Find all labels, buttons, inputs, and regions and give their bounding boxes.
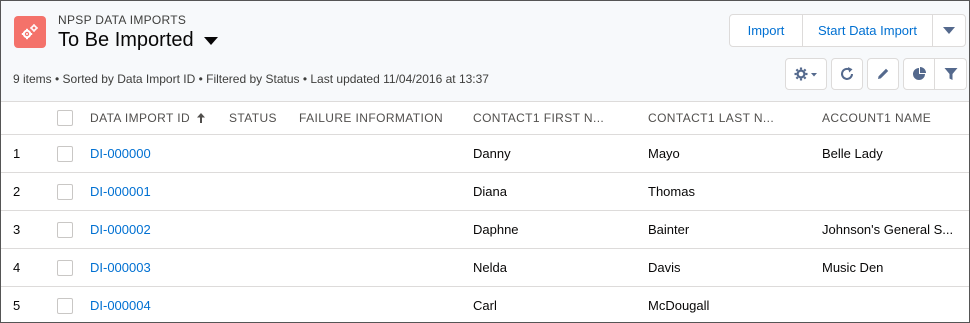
row-checkbox[interactable] <box>57 259 73 276</box>
table-row: 3 DI-000002 Daphne Bainter Johnson's Gen… <box>1 211 969 249</box>
chart-button[interactable] <box>903 58 935 90</box>
select-all-checkbox[interactable] <box>57 110 73 126</box>
chart-filter-group <box>903 58 967 90</box>
failure-cell <box>299 211 464 248</box>
table-header-row: DATA IMPORT ID STATUS FAILURE INFORMATIO… <box>1 102 969 135</box>
row-number: 3 <box>13 222 21 237</box>
first-name-cell: Carl <box>473 298 497 313</box>
row-select-cell <box>57 173 77 210</box>
failure-cell <box>299 173 464 210</box>
table-row: 4 DI-000003 Nelda Davis Music Den <box>1 249 969 287</box>
edit-button[interactable] <box>867 58 899 90</box>
row-number: 2 <box>13 184 21 199</box>
column-label: DATA IMPORT ID <box>90 111 191 125</box>
refresh-icon <box>841 67 853 80</box>
status-cell <box>229 287 291 322</box>
row-checkbox[interactable] <box>57 145 73 162</box>
row-select-cell <box>57 135 77 172</box>
filter-icon <box>944 68 957 80</box>
gears-icon-graphic <box>21 24 38 40</box>
row-select-cell <box>57 211 77 248</box>
arrow-up-graphic <box>197 113 206 123</box>
status-cell <box>229 211 291 248</box>
gears-icon <box>14 16 46 48</box>
first-name-cell: Diana <box>473 184 507 199</box>
filter-button[interactable] <box>935 58 967 90</box>
list-settings-button[interactable] <box>785 58 827 90</box>
last-name-cell: Bainter <box>648 222 690 237</box>
account-name-cell: Johnson's General S... <box>822 222 954 237</box>
gear-icon <box>794 67 817 81</box>
data-import-id-link[interactable]: DI-000004 <box>90 287 220 322</box>
last-name-cell: Davis <box>648 260 681 275</box>
list-view: NPSP DATA IMPORTS To Be Imported 9 items… <box>0 0 970 323</box>
row-number: 4 <box>13 260 21 275</box>
table-row: 2 DI-000001 Diana Thomas <box>1 173 969 211</box>
object-label: NPSP DATA IMPORTS <box>58 13 187 27</box>
action-button-group: Import Start Data Import <box>729 14 966 47</box>
chevron-down-icon <box>943 27 955 34</box>
last-name-cell: Thomas <box>648 184 695 199</box>
list-header: NPSP DATA IMPORTS To Be Imported 9 items… <box>1 1 969 102</box>
status-cell <box>229 173 291 210</box>
arrow-up-icon <box>196 112 206 124</box>
list-title: To Be Imported <box>58 29 194 51</box>
caret-down-icon[interactable] <box>203 36 218 45</box>
data-table: DATA IMPORT ID STATUS FAILURE INFORMATIO… <box>1 102 969 322</box>
failure-cell <box>299 287 464 322</box>
refresh-button[interactable] <box>831 58 863 90</box>
more-actions-button[interactable] <box>933 15 965 46</box>
first-name-cell: Daphne <box>473 222 519 237</box>
table-row: 1 DI-000000 Danny Mayo Belle Lady <box>1 135 969 173</box>
column-header-contact1-last-name[interactable]: CONTACT1 LAST N... <box>648 102 813 134</box>
failure-cell <box>299 135 464 172</box>
status-cell <box>229 135 291 172</box>
select-all-cell <box>57 102 77 134</box>
data-import-id-link[interactable]: DI-000001 <box>90 173 220 210</box>
table-row: 5 DI-000004 Carl McDougall <box>1 287 969 322</box>
column-header-failure-information[interactable]: FAILURE INFORMATION <box>299 102 464 134</box>
start-data-import-button[interactable]: Start Data Import <box>803 15 933 46</box>
first-name-cell: Nelda <box>473 260 507 275</box>
last-name-cell: Mayo <box>648 146 680 161</box>
row-number: 5 <box>13 298 21 313</box>
row-select-cell <box>57 249 77 286</box>
row-checkbox[interactable] <box>57 221 73 238</box>
data-import-id-link[interactable]: DI-000003 <box>90 249 220 286</box>
account-name-cell <box>822 287 969 322</box>
account-name-cell <box>822 173 969 210</box>
row-select-cell <box>57 287 77 322</box>
list-info: 9 items • Sorted by Data Import ID • Fil… <box>13 72 489 86</box>
column-header-account1-name[interactable]: ACCOUNT1 NAME <box>822 102 969 134</box>
failure-cell <box>299 249 464 286</box>
data-import-id-link[interactable]: DI-000002 <box>90 211 220 248</box>
column-header-data-import-id[interactable]: DATA IMPORT ID <box>90 102 220 134</box>
account-name-cell: Music Den <box>822 260 884 275</box>
account-name-cell: Belle Lady <box>822 146 883 161</box>
column-header-contact1-first-name[interactable]: CONTACT1 FIRST N... <box>473 102 638 134</box>
last-name-cell: McDougall <box>648 298 710 313</box>
column-header-status[interactable]: STATUS <box>229 102 291 134</box>
list-toolbar <box>785 58 967 90</box>
list-view-selector[interactable]: To Be Imported <box>58 29 218 52</box>
row-number: 1 <box>13 146 21 161</box>
data-import-id-link[interactable]: DI-000000 <box>90 135 220 172</box>
row-checkbox[interactable] <box>57 183 73 200</box>
first-name-cell: Danny <box>473 146 511 161</box>
edit-icon <box>878 68 889 79</box>
pie-chart-icon <box>913 67 926 80</box>
row-checkbox[interactable] <box>57 297 73 314</box>
status-cell <box>229 249 291 286</box>
import-button[interactable]: Import <box>730 15 803 46</box>
